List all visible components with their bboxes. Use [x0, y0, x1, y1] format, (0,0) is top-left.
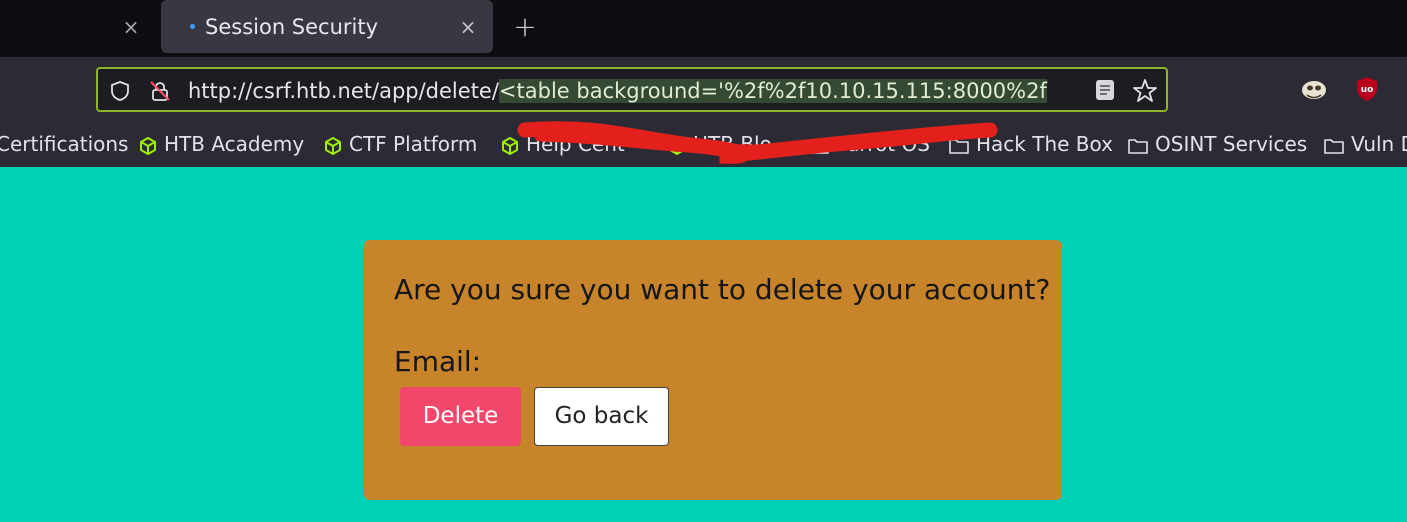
tab-title: Session Security	[205, 15, 379, 39]
email-label: Email:	[394, 345, 482, 378]
url-plain: http://csrf.htb.net/app/delete/	[188, 79, 499, 103]
cube-icon	[669, 136, 685, 155]
bookmark-label: Vuln D	[1351, 132, 1407, 156]
folder-icon	[1324, 138, 1344, 154]
bookmark-label: Hack The Box	[976, 132, 1113, 156]
ublock-icon[interactable]: uo	[1355, 76, 1379, 102]
folder-icon	[809, 138, 829, 154]
bookmark-certifications[interactable]: Certifications	[0, 130, 128, 158]
bookmark-parrot-os[interactable]: Parrot OS	[808, 130, 930, 158]
bookmarks-bar: Certifications HTB Academy CTF Platform …	[0, 120, 1407, 167]
bookmark-label: HTB Blo	[693, 132, 772, 156]
bookmark-label: HTB Academy	[164, 132, 305, 156]
extension-icon[interactable]	[1298, 75, 1330, 103]
bookmark-ctf-platform[interactable]: CTF Platform	[323, 130, 477, 158]
bookmark-label: Certifications	[0, 132, 129, 156]
bookmark-htb-academy[interactable]: HTB Academy	[138, 130, 304, 158]
go-back-button[interactable]: Go back	[534, 387, 669, 446]
confirm-question: Are you sure you want to delete your acc…	[394, 273, 1051, 306]
folder-icon	[949, 138, 969, 154]
bookmark-label: Parrot OS	[836, 132, 930, 156]
shield-icon[interactable]	[109, 80, 131, 102]
cube-icon	[140, 136, 156, 155]
reader-view-icon[interactable]	[1093, 78, 1117, 102]
lock-off-icon[interactable]	[148, 79, 172, 103]
svg-text:uo: uo	[1361, 85, 1374, 95]
bookmark-label: CTF Platform	[349, 132, 478, 156]
cube-icon	[502, 136, 518, 155]
cube-icon	[325, 136, 341, 155]
bookmark-vuln-db[interactable]: Vuln D	[1323, 130, 1407, 158]
bookmark-osint-services[interactable]: OSINT Services	[1127, 130, 1307, 158]
delete-account-card: Are you sure you want to delete your acc…	[364, 240, 1062, 500]
new-tab-button[interactable]: +	[512, 13, 538, 41]
url-text[interactable]: http://csrf.htb.net/app/delete/<table ba…	[188, 76, 1047, 106]
tab-session-security[interactable]: Session Security ×	[161, 0, 493, 53]
tab-close-icon[interactable]: ×	[457, 14, 479, 40]
bookmark-htb-blog[interactable]: HTB Blo	[667, 130, 772, 158]
delete-button[interactable]: Delete	[400, 387, 521, 446]
previous-tab-close-icon[interactable]: ×	[120, 14, 142, 40]
url-bar[interactable]: http://csrf.htb.net/app/delete/<table ba…	[96, 67, 1168, 112]
bookmark-label: Help Cent	[526, 132, 625, 156]
bookmark-hack-the-box[interactable]: Hack The Box	[948, 130, 1113, 158]
bookmark-label: OSINT Services	[1155, 132, 1308, 156]
star-icon[interactable]	[1131, 77, 1159, 105]
tab-indicator-dot	[190, 24, 195, 29]
url-selected-text: <table background='%2f%2f10.10.15.115:80…	[498, 79, 1047, 103]
tab-strip: × Session Security × +	[0, 0, 1407, 57]
bookmark-help-center[interactable]: Help Cent	[500, 130, 625, 158]
folder-icon	[1128, 138, 1148, 154]
nav-toolbar: http://csrf.htb.net/app/delete/<table ba…	[0, 57, 1407, 120]
